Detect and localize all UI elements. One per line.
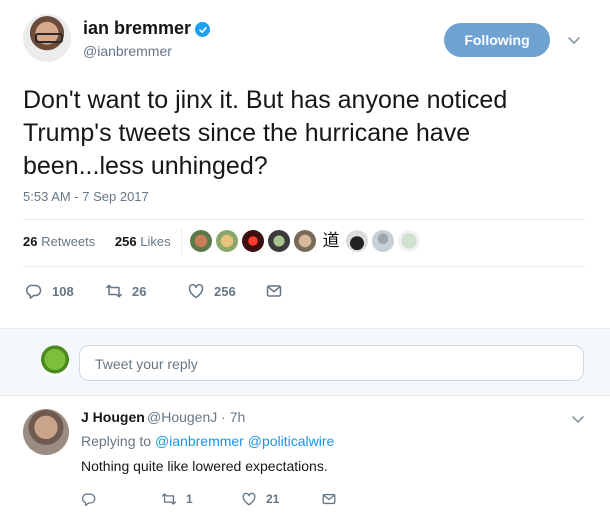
- direct-message-button[interactable]: [265, 281, 283, 301]
- liker-avatar[interactable]: 道: [320, 230, 342, 252]
- stats-separator: [181, 229, 182, 255]
- liker-avatar[interactable]: [242, 230, 264, 252]
- reply-icon: [81, 493, 96, 506]
- likes-stat[interactable]: 256 Likes: [115, 234, 179, 249]
- retweet-count: 26: [132, 283, 147, 299]
- reply-icon: [25, 284, 42, 299]
- retweet-count: 1: [186, 492, 193, 506]
- main-tweet: ian bremmer @ianbremmer Following Don't …: [0, 0, 610, 328]
- liker-avatar[interactable]: [372, 230, 394, 252]
- reply-author-avatar[interactable]: [23, 409, 69, 455]
- likes-label: Likes: [140, 234, 171, 249]
- reply-author-handle[interactable]: @HougenJ · 7h: [147, 409, 245, 425]
- reply-text: Nothing quite like lowered expectations.: [81, 458, 328, 474]
- replying-to: Replying to @ianbremmer @politicalwire: [81, 433, 334, 449]
- divider: [23, 219, 585, 220]
- divider: [23, 266, 585, 267]
- engagement-stats: 26 Retweets 256 Likes: [23, 234, 187, 249]
- liker-avatar[interactable]: [346, 230, 368, 252]
- current-user-avatar: [40, 345, 70, 377]
- liker-avatar[interactable]: [294, 230, 316, 252]
- following-button[interactable]: Following: [444, 23, 550, 57]
- liker-avatar[interactable]: [190, 230, 212, 252]
- retweet-button[interactable]: 26: [105, 281, 146, 301]
- author-avatar[interactable]: [23, 14, 71, 62]
- direct-message-icon: [266, 285, 282, 297]
- tweet-timestamp[interactable]: 5:53 AM - 7 Sep 2017: [23, 189, 149, 204]
- reply-button[interactable]: 108: [25, 281, 74, 301]
- chevron-down-icon[interactable]: [570, 411, 586, 427]
- retweets-label: Retweets: [41, 234, 96, 249]
- retweets-count: 26: [23, 234, 38, 249]
- like-icon: [242, 492, 256, 506]
- replying-prefix: Replying to: [81, 433, 152, 449]
- tweet-text: Don't want to jinx it. But has anyone no…: [23, 86, 508, 180]
- liker-avatar[interactable]: [216, 230, 238, 252]
- liker-avatar[interactable]: [268, 230, 290, 252]
- reply-author-name[interactable]: J Hougen: [81, 409, 145, 425]
- author-name[interactable]: ian bremmer: [83, 18, 191, 39]
- verified-badge-icon: [195, 22, 210, 37]
- like-icon: [188, 283, 204, 299]
- direct-message-icon: [322, 493, 336, 505]
- likes-count: 256: [114, 234, 137, 249]
- reply-button[interactable]: [81, 489, 106, 509]
- like-count: 21: [266, 492, 280, 506]
- like-button[interactable]: 21: [241, 489, 279, 509]
- reply-composer: Tweet your reply: [0, 328, 610, 396]
- direct-message-button[interactable]: [321, 489, 337, 509]
- retweet-button[interactable]: 1: [161, 489, 193, 509]
- retweet-icon: [106, 284, 122, 298]
- reply-input[interactable]: Tweet your reply: [79, 345, 584, 381]
- retweet-icon: [161, 493, 177, 505]
- chevron-down-icon[interactable]: [566, 32, 582, 48]
- like-button[interactable]: 256: [187, 281, 236, 301]
- like-count: 256: [214, 283, 236, 299]
- reply-actions: 1 21: [81, 489, 381, 507]
- tweet-actions: 108 26 256: [25, 281, 325, 301]
- mention-link[interactable]: @ianbremmer: [155, 433, 244, 449]
- liker-avatar[interactable]: [398, 230, 420, 252]
- reply-tweet[interactable]: J Hougen @HougenJ · 7h Replying to @ianb…: [0, 397, 610, 515]
- author-handle[interactable]: @ianbremmer: [83, 43, 172, 59]
- mention-link[interactable]: @politicalwire: [248, 433, 335, 449]
- reply-count: 108: [52, 283, 74, 299]
- retweets-stat[interactable]: 26 Retweets: [23, 234, 103, 249]
